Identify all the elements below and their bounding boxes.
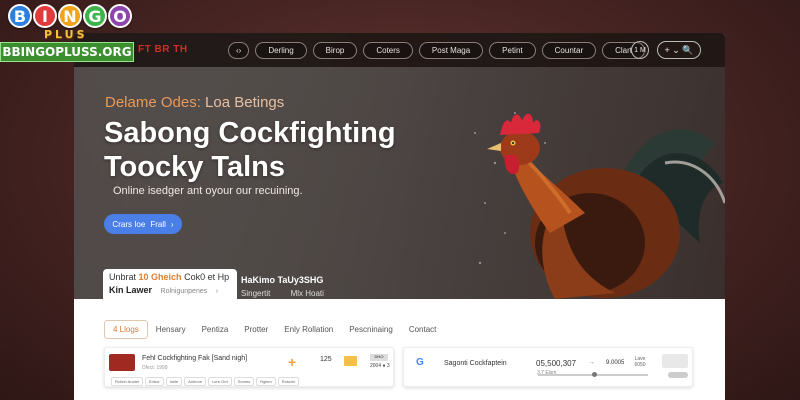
- tab-item[interactable]: Hensary: [148, 321, 194, 338]
- card-b-title: HaKimo TaUy3SHG: [241, 275, 324, 285]
- match-thumbnail: [109, 354, 135, 371]
- odds-value: 9.0005: [606, 360, 625, 366]
- nav-home-icon[interactable]: ‹›: [228, 42, 250, 59]
- tab-item[interactable]: 4 Llogs: [104, 320, 148, 339]
- hero-kicker: Delame Odes: Loa Betings: [105, 94, 284, 111]
- odds-level: Lave 6050: [630, 356, 650, 368]
- match-chips: Rchrtn Anotel Enbor Imile Anlrnoe Lore O…: [111, 377, 300, 386]
- tab-item[interactable]: Contact: [401, 321, 445, 338]
- nav-item[interactable]: Post Maga: [418, 42, 484, 59]
- card-b-meta-b: Mlx Hoati: [290, 289, 324, 298]
- bingo-ball-i: I: [33, 4, 57, 28]
- filter-chip[interactable]: Rglem: [256, 377, 276, 386]
- chevron-right-icon: ›: [170, 219, 174, 229]
- hero-subtitle: Online isedger ant oyour our recuining.: [113, 185, 303, 197]
- filter-chip[interactable]: Rotoxin: [277, 377, 300, 386]
- odds-amount: 05,500,307: [536, 359, 577, 368]
- folder-icon[interactable]: [344, 356, 357, 366]
- stake-slider[interactable]: [538, 372, 648, 377]
- tab-item[interactable]: Enly Rollation: [276, 321, 341, 338]
- level-value: 6050: [634, 362, 646, 368]
- bingo-ball-n: N: [58, 4, 82, 28]
- odds-title: Sagonti Cockfaptein: [444, 360, 507, 367]
- site-brand[interactable]: FT BR TH: [138, 44, 188, 55]
- match-meta: 2004 ● 3: [370, 363, 390, 369]
- slider-handle[interactable]: [592, 372, 597, 377]
- nav-item[interactable]: Birop: [312, 42, 358, 59]
- hero-kicker-main: Delame Odes:: [105, 94, 201, 111]
- nav-item[interactable]: Coters: [363, 42, 413, 59]
- add-bet-button[interactable]: +: [288, 354, 296, 370]
- nav-menu: ‹› Derling Birop Coters Post Maga Petint…: [228, 42, 645, 59]
- nav-actions: 1 M + ⌄ 🔍: [631, 41, 701, 59]
- filter-chip[interactable]: Rchrtn Anotel: [111, 377, 144, 386]
- cta-suffix: Frall: [150, 219, 166, 229]
- nav-item[interactable]: Countar: [541, 42, 597, 59]
- card-a-meta: Rolnigunpenes: [160, 288, 208, 295]
- match-card[interactable]: Fehl Cockfighting Fak [Sand nigh] Dfect:…: [104, 347, 394, 387]
- bingo-ball-g: G: [83, 4, 107, 28]
- filter-chip[interactable]: Anlrnoe: [184, 377, 206, 386]
- arrow-right-icon: →: [588, 359, 595, 366]
- google-icon: G: [416, 357, 424, 368]
- card-a-post: Cok0 et Hp: [184, 272, 230, 282]
- top-navbar: FT BR TH ‹› Derling Birop Coters Post Ma…: [74, 33, 725, 67]
- site-url-badge: BBINGOPLUSS.ORG: [0, 42, 134, 62]
- search-button[interactable]: + ⌄ 🔍: [657, 41, 701, 59]
- bingo-letters: B I N G O: [8, 4, 132, 28]
- card-b-meta-a: Singertit: [241, 289, 271, 298]
- logo-plus-text: PLUS: [44, 28, 88, 41]
- match-date: Dfect: 1999: [142, 365, 168, 371]
- content-tabs: 4 Llogs Hensary Pentiza Protter Enly Rol…: [104, 320, 444, 339]
- arrow-right-icon: ›: [215, 288, 219, 295]
- odds-card[interactable]: G Sagonti Cockfaptein 05,500,307 → 9.000…: [403, 347, 693, 387]
- hero-kicker-rest: Loa Betings: [205, 94, 285, 111]
- hero-secondary-info: HaKimo TaUy3SHG Singertit Mlx Hoati: [241, 275, 324, 298]
- place-bet-button[interactable]: [662, 354, 688, 368]
- nav-item[interactable]: Petint: [489, 42, 536, 59]
- filter-chip[interactable]: Enbor: [145, 377, 164, 386]
- filter-chip[interactable]: Imile: [165, 377, 183, 386]
- hero-title: Sabong Cockfighting Toocky Talns: [104, 117, 396, 183]
- card-a-highlight: 10 Gheich: [138, 272, 182, 282]
- auto-toggle[interactable]: [668, 372, 688, 378]
- tab-item[interactable]: Pentiza: [194, 321, 237, 338]
- card-a-pre: Unbrat: [109, 272, 137, 282]
- notification-badge-button[interactable]: 1 M: [631, 41, 649, 59]
- cta-label: Crars Ioe: [112, 219, 146, 229]
- match-title: Fehl Cockfighting Fak [Sand nigh]: [142, 355, 248, 362]
- tab-item[interactable]: Pescninaing: [341, 321, 401, 338]
- rooster-image: [474, 112, 725, 299]
- filter-chip[interactable]: Somes: [233, 377, 255, 386]
- bingo-ball-o: O: [108, 4, 132, 28]
- match-tag: DHO: [370, 354, 388, 361]
- nav-item[interactable]: Derling: [255, 42, 307, 59]
- hero-info-card[interactable]: Unbrat 10 Gheich Cok0 et Hp Kin Lawer Ro…: [103, 269, 237, 300]
- bingo-ball-b: B: [8, 4, 32, 28]
- card-a-title: Kin Lawer: [109, 285, 153, 295]
- match-count: 125: [320, 356, 332, 363]
- website-frame: Delame Odes: Loa Betings Sabong Cockfigh…: [74, 33, 725, 400]
- tab-item[interactable]: Protter: [236, 321, 276, 338]
- hero-cta-button[interactable]: Crars Ioe Frall ›: [104, 214, 182, 234]
- filter-chip[interactable]: Lore Ord: [207, 377, 232, 386]
- bingo-plus-logo[interactable]: B I N G O PLUS BBINGOPLUSS.ORG: [0, 0, 134, 62]
